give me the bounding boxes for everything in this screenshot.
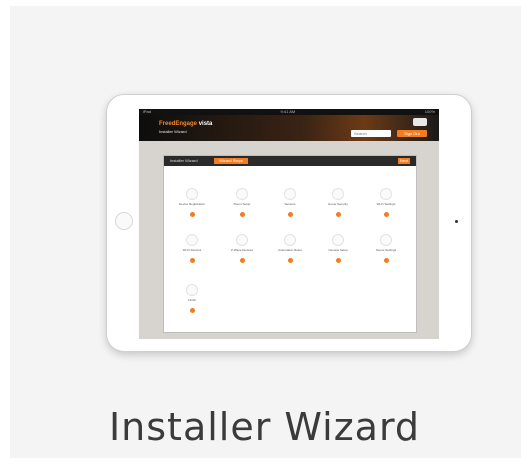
step-label: Scene Settings xyxy=(375,248,397,252)
step-status-dot xyxy=(287,212,293,217)
wizard-step-grid: Device Registration Room Setup Sensors H… xyxy=(164,166,416,332)
wizard-step[interactable]: Home Security xyxy=(316,188,360,217)
step-label: Automation Rules xyxy=(278,248,302,252)
wizard-step[interactable]: Scene Settings xyxy=(364,234,408,263)
step-icon xyxy=(186,284,198,296)
tab-wizard-steps[interactable]: Wizard Steps xyxy=(214,158,248,164)
step-status-dot xyxy=(383,258,389,263)
step-icon xyxy=(380,234,392,246)
step-icon xyxy=(332,234,344,246)
step-status-dot xyxy=(383,212,389,217)
wizard-step[interactable]: Room Setup xyxy=(220,188,264,217)
panel-toolbar: Installer Wizard Wizard Steps Next xyxy=(164,156,416,166)
step-label: Wi-Fi Settings xyxy=(376,202,396,206)
step-status-dot xyxy=(189,308,195,313)
wizard-panel: Installer Wizard Wizard Steps Next Devic… xyxy=(163,155,417,333)
wizard-step[interactable]: Device Registration xyxy=(170,188,214,217)
header-action-button[interactable]: Sign Out xyxy=(397,130,427,137)
wizard-step[interactable]: Finish xyxy=(170,284,214,313)
step-label: Sensors xyxy=(284,202,296,206)
step-status-dot xyxy=(335,212,341,217)
step-icon xyxy=(284,234,296,246)
next-button[interactable]: Next xyxy=(398,158,410,164)
step-status-dot xyxy=(189,258,195,263)
step-icon xyxy=(332,188,344,200)
step-status-dot xyxy=(239,258,245,263)
search-input[interactable]: Search xyxy=(351,130,391,137)
step-icon xyxy=(186,188,198,200)
wizard-step[interactable]: Wi-Fi Settings xyxy=(364,188,408,217)
wizard-step[interactable]: Camera Setup xyxy=(316,234,360,263)
ipad-screen: iPad 9:41 AM 100% FreedEngage vista Inst… xyxy=(139,109,439,339)
step-label: Z-Wave Devices xyxy=(231,248,253,252)
step-label: Room Setup xyxy=(233,202,251,206)
caption-title: Installer Wizard xyxy=(108,405,421,449)
camera-icon xyxy=(455,220,458,223)
home-button-icon xyxy=(115,212,133,230)
step-icon xyxy=(380,188,392,200)
wizard-step[interactable]: Z-Wave Devices xyxy=(220,234,264,263)
step-icon xyxy=(186,234,198,246)
step-label: Camera Setup xyxy=(328,248,348,252)
step-icon xyxy=(236,234,248,246)
step-label: Wi-Fi Devices xyxy=(182,248,202,252)
step-label: Home Security xyxy=(328,202,348,206)
step-status-dot xyxy=(287,258,293,263)
app-header: FreedEngage vista Installer Wizard Searc… xyxy=(139,115,439,141)
ipad-device: iPad 9:41 AM 100% FreedEngage vista Inst… xyxy=(106,94,472,352)
step-status-dot xyxy=(239,212,245,217)
step-label: Finish xyxy=(187,298,196,302)
wizard-step[interactable]: Wi-Fi Devices xyxy=(170,234,214,263)
app-subtitle: Installer Wizard xyxy=(159,129,187,134)
step-status-dot xyxy=(335,258,341,263)
user-menu-button[interactable] xyxy=(413,118,427,126)
step-status-dot xyxy=(189,212,195,217)
step-icon xyxy=(284,188,296,200)
wizard-step[interactable]: Automation Rules xyxy=(268,234,312,263)
brand-logo: FreedEngage vista xyxy=(159,121,213,127)
step-label: Device Registration xyxy=(178,202,205,206)
step-icon xyxy=(236,188,248,200)
installer-wizard-card[interactable]: iPad 9:41 AM 100% FreedEngage vista Inst… xyxy=(10,6,521,458)
wizard-step[interactable]: Sensors xyxy=(268,188,312,217)
panel-title: Installer Wizard xyxy=(170,158,198,163)
